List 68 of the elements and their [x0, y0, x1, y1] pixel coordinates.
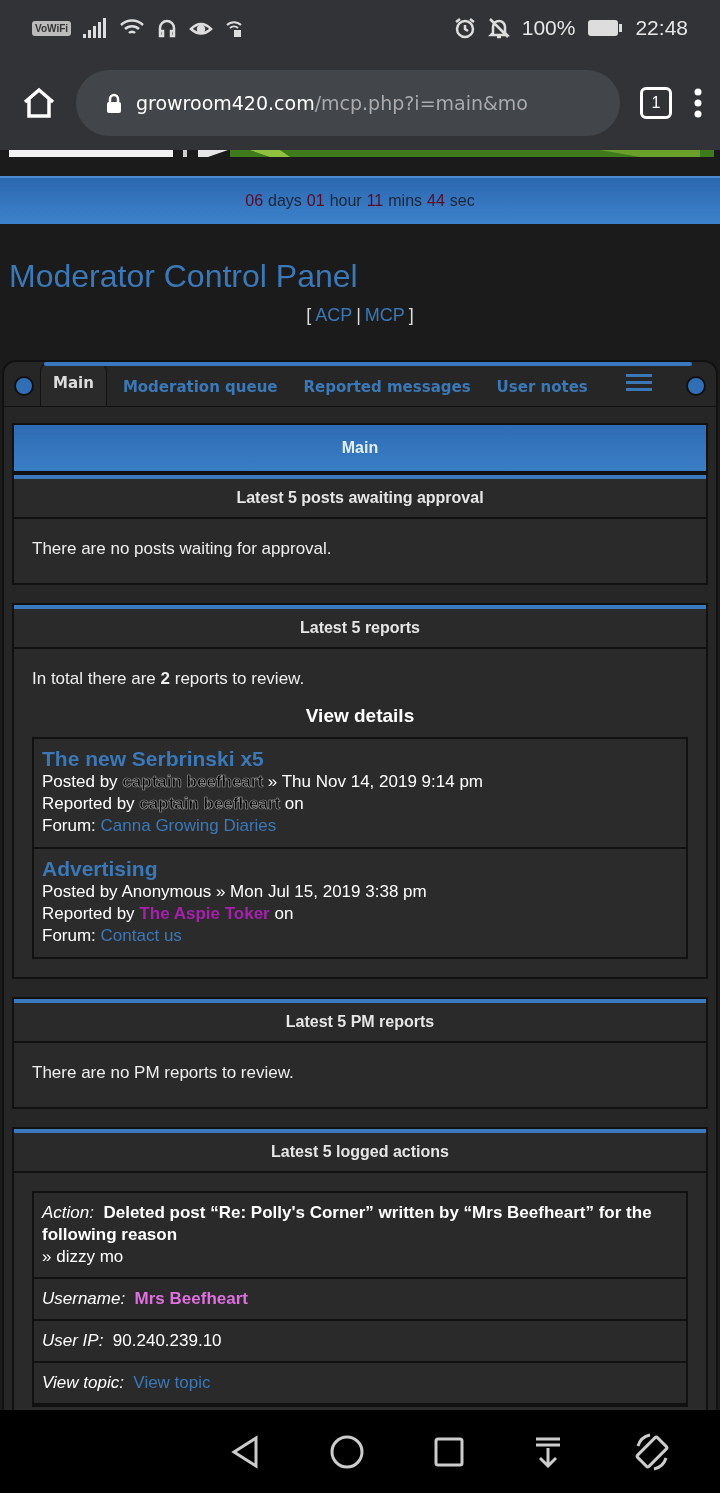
home-icon[interactable] — [22, 87, 56, 119]
countdown-unit: mins — [388, 192, 423, 210]
report-title-link[interactable]: The new Serbrinski x5 — [42, 747, 678, 771]
page-title: Moderator Control Panel — [9, 258, 359, 295]
tab-count-button[interactable]: 1 — [640, 87, 672, 119]
section-header: Latest 5 reports — [14, 605, 706, 649]
section-message: There are no posts waiting for approval. — [32, 539, 332, 558]
download-icon[interactable] — [534, 1435, 562, 1468]
tab[interactable]: Moderation queue — [112, 370, 288, 406]
section-message: There are no PM reports to review. — [32, 1063, 294, 1082]
bracket: ] — [408, 305, 414, 326]
countdown-value: 06 — [245, 192, 264, 210]
forum-line: Forum: Canna Growing Diaries — [42, 815, 278, 837]
username-link[interactable]: captain beefheart — [122, 772, 264, 791]
countdown-unit: days — [268, 192, 302, 210]
section-header: Latest 5 logged actions — [14, 1129, 706, 1173]
log-row: View topic: View topic — [34, 1363, 686, 1405]
report-title-link[interactable]: Advertising — [42, 857, 678, 881]
log-row: Action: Deleted post “Re: Polly's Corner” written by “Mrs Beefheart” for the following reason » dizzy mo — [34, 1193, 686, 1279]
vowifi-badge: VoWiFi — [32, 20, 72, 36]
bell-off-icon — [487, 17, 510, 39]
nav-link[interactable]: MCP — [364, 305, 405, 326]
recents-icon[interactable] — [434, 1436, 464, 1467]
menu-icon[interactable] — [625, 374, 652, 392]
username-link[interactable]: captain beefheart — [139, 794, 281, 813]
panel-header: Main — [12, 423, 708, 473]
topic-link[interactable]: View topic — [133, 1373, 211, 1392]
tab[interactable]: User notes — [486, 370, 598, 406]
headphones-icon — [157, 17, 178, 39]
alarm-icon — [453, 17, 476, 39]
url-text: growroom420.com/mcp.php?i=main&mo — [136, 92, 528, 114]
bracket: [ — [306, 305, 312, 326]
forum-line: Forum: Contact us — [42, 925, 183, 947]
knob-icon — [14, 376, 34, 396]
log-row: Username: Mrs Beefheart — [34, 1279, 686, 1321]
tab[interactable]: Reported messages — [293, 370, 481, 406]
separator: | — [356, 305, 361, 326]
battery-percent: 100% — [521, 16, 576, 40]
countdown-value: 44 — [427, 192, 445, 210]
section-header: Latest 5 PM reports — [14, 999, 706, 1043]
reported-by-line: Reported by The Aspie Toker on — [42, 903, 295, 925]
report-summary: In total there are 2 reports to review. — [32, 669, 305, 688]
back-icon[interactable] — [230, 1434, 260, 1469]
wifi-small-icon — [225, 18, 244, 38]
forum-link[interactable]: Contact us — [100, 926, 182, 945]
posted-by-line: Posted by captain beefheart » Thu Nov 14, 2019 9:14 pm — [42, 771, 484, 793]
section-header: Latest 5 posts awaiting approval — [14, 475, 706, 519]
battery-icon — [587, 18, 624, 38]
more-options-icon[interactable] — [692, 88, 704, 118]
tab[interactable]: Main — [40, 363, 107, 406]
reported-by-line: Reported by captain beefheart on — [42, 793, 305, 815]
forum-link[interactable]: Canna Growing Diaries — [100, 816, 277, 835]
log-row: User IP: 90.240.239.10 — [34, 1321, 686, 1363]
countdown-unit: sec — [449, 192, 475, 210]
posted-by-line: Posted by Anonymous » Mon Jul 15, 2019 3:38 pm — [42, 881, 428, 903]
signal-icon — [83, 18, 108, 38]
username-link[interactable]: The Aspie Toker — [139, 904, 270, 923]
countdown-unit: hour — [329, 192, 362, 210]
countdown-value: 01 — [306, 192, 325, 210]
home-circle-icon[interactable] — [330, 1434, 364, 1469]
username-link[interactable]: Anonymous — [121, 882, 212, 901]
nav-link[interactable]: ACP — [315, 305, 353, 326]
countdown-value: 11 — [366, 192, 384, 210]
address-bar[interactable]: growroom420.com/mcp.php?i=main&mo — [76, 70, 620, 136]
clock-time: 22:48 — [635, 16, 688, 40]
view-details-heading: View details — [305, 705, 415, 726]
knob-icon — [686, 376, 706, 396]
lock-icon — [106, 93, 122, 113]
